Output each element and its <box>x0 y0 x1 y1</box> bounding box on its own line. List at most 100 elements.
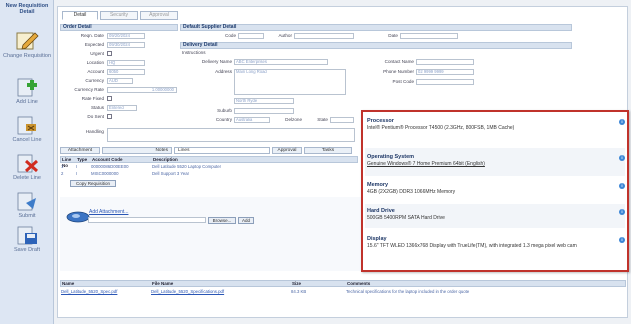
tab-notes[interactable]: Notes <box>102 147 172 154</box>
spec-value: 15.6" TFT WLED 1366x768 Display with Tru… <box>367 243 577 249</box>
lines-table-header: Line No Type Account Code Description <box>60 156 358 168</box>
tab-attachment[interactable]: Attachment <box>60 147 100 154</box>
spec-title: Display <box>367 236 387 242</box>
tab-security[interactable]: Security <box>100 11 138 20</box>
expected-label: Expected <box>84 42 104 47</box>
cancel-line-icon <box>17 116 36 135</box>
suburb-input[interactable] <box>234 108 294 114</box>
browse-button[interactable]: Browse... <box>208 217 236 224</box>
instructions-label: Instructions <box>182 50 206 55</box>
sidebar-header: New Requisition Detail <box>5 3 49 15</box>
phone-number-input[interactable]: 02 9999 9999 <box>416 69 474 75</box>
suburb-label: Suburb <box>217 108 232 113</box>
reqn-date-input[interactable]: 09/20/2024 <box>107 33 145 39</box>
phone-number-label: Phone Number <box>383 69 414 74</box>
sidebar-item-save-draft[interactable]: Save Draft <box>3 224 51 253</box>
tab-tasks[interactable]: Tasks <box>304 147 352 154</box>
urgent-checkbox[interactable] <box>107 51 112 56</box>
spec-processor: Processor Intel® Pentium® Processor T450… <box>367 118 625 131</box>
address-textarea[interactable]: Main Long Road <box>234 69 346 95</box>
col-name[interactable]: Name <box>61 281 121 287</box>
currency-input[interactable]: AUD <box>107 78 133 84</box>
info-icon[interactable]: i <box>619 237 625 243</box>
spec-title: Processor <box>367 118 394 124</box>
spec-title: Hard Drive <box>367 208 395 214</box>
info-icon[interactable]: i <box>619 209 625 215</box>
edit-pencil-icon <box>16 32 39 50</box>
tab-detail[interactable]: Detail <box>62 11 98 20</box>
attachment-file-name[interactable]: Dell_Latitude_5520_Specifications.pdf <box>150 289 284 295</box>
delzone-label: Delzone <box>285 117 302 122</box>
order-detail-header: Order Detail <box>60 24 178 31</box>
attachment-file-input[interactable] <box>88 217 206 223</box>
author-label: Author <box>278 33 292 38</box>
reqn-date-label: Reqn. Date <box>80 33 104 38</box>
do-sent-checkbox[interactable] <box>107 114 112 119</box>
sidebar-item-change-requisition[interactable]: Change Requisition <box>3 30 51 59</box>
save-draft-icon <box>17 226 37 245</box>
country-input[interactable]: Australia <box>234 117 270 123</box>
spec-hard-drive: Hard Drive 500GB 5400RPM SATA Hard Drive… <box>367 208 625 221</box>
sidebar-item-submit[interactable]: Submit <box>3 190 51 219</box>
paperclip-icon <box>66 211 90 223</box>
rate-fixed-checkbox[interactable] <box>107 96 112 101</box>
handling-textarea[interactable] <box>107 128 355 142</box>
spec-title: Operating System <box>367 154 415 160</box>
spec-operating-system: Operating System Genuine Windows® 7 Home… <box>367 154 625 167</box>
col-description[interactable]: Description <box>152 157 232 163</box>
expected-input[interactable]: 09/30/2024 <box>107 42 145 48</box>
tab-approval[interactable]: Approval <box>140 11 178 20</box>
delete-line-icon <box>17 154 39 173</box>
app-window: New Requisition Detail Change Requisitio… <box>0 0 631 324</box>
spec-title: Memory <box>367 182 389 188</box>
tab-approval-lines[interactable]: Approval <box>272 147 302 154</box>
col-line-no[interactable]: Line No <box>61 157 75 168</box>
line-account-code: 00000086D00EE00 <box>91 164 129 169</box>
col-type[interactable]: Type <box>76 157 90 163</box>
attachment-name[interactable]: Dell_Latitude_5520_Spec.pdf <box>60 289 146 295</box>
supplier-code-label: Code <box>225 33 236 38</box>
rate-fixed-label: Rate Fixed <box>81 96 104 101</box>
spec-value: Genuine Windows® 7 Home Premium 64bit (E… <box>367 161 485 167</box>
col-account-code[interactable]: Account Code <box>91 157 141 163</box>
supplier-code-input[interactable] <box>238 33 264 39</box>
sidebar-item-cancel-line[interactable]: Cancel Line <box>3 114 51 143</box>
spec-value: 4GB (2X2GB) DDR3 1066MHz Memory <box>367 189 456 195</box>
sidebar-item-add-line[interactable]: Add Line <box>3 76 51 105</box>
spec-value: 500GB 5400RPM SATA Hard Drive <box>367 215 445 221</box>
delivery-name-input[interactable]: ABC Enterprises <box>234 59 328 65</box>
col-file-name[interactable]: File Name <box>151 281 211 287</box>
attachment-table-header: Name File Name Size Comments <box>60 280 626 287</box>
copy-requisition-button[interactable]: Copy Requisition <box>70 180 116 187</box>
status-input[interactable]: Entered <box>107 105 137 111</box>
date-label: Date <box>388 33 398 38</box>
line-type: I <box>76 164 78 169</box>
currency-rate-input[interactable]: 1.00000000 <box>107 87 177 93</box>
tab-lines[interactable]: Lines <box>174 147 270 154</box>
contact-name-input[interactable] <box>416 59 474 65</box>
line-description: Dell Latitude 5520 Laptop Computer <box>152 164 222 169</box>
sidebar: New Requisition Detail Change Requisitio… <box>0 0 54 324</box>
info-icon[interactable]: i <box>619 183 625 189</box>
state-input[interactable] <box>330 117 354 123</box>
location-input[interactable]: HQ <box>107 60 145 66</box>
city-input[interactable]: North Ryde <box>234 98 294 104</box>
spec-memory: Memory 4GB (2X2GB) DDR3 1066MHz Memory i <box>367 182 625 195</box>
account-input[interactable]: 6050 <box>107 69 145 75</box>
info-icon[interactable]: i <box>619 155 625 161</box>
info-icon[interactable]: i <box>619 119 625 125</box>
contact-name-label: Contact Name <box>384 59 414 64</box>
author-input[interactable] <box>294 33 354 39</box>
col-size[interactable]: Size <box>291 281 321 287</box>
col-comments[interactable]: Comments <box>346 281 396 287</box>
address-label: Address <box>215 69 232 74</box>
date-input[interactable] <box>400 33 458 39</box>
add-attachment-link[interactable]: Add Attachment... <box>88 209 148 215</box>
account-label: Account <box>87 69 104 74</box>
line-description: Dell Support 3 Year <box>152 171 190 176</box>
post-code-input[interactable] <box>416 79 474 85</box>
add-attachment-button[interactable]: Add <box>238 217 254 224</box>
delivery-name-label: Delivery Name <box>201 59 232 64</box>
sidebar-item-delete-line[interactable]: Delete Line <box>3 152 51 181</box>
currency-label: Currency <box>85 78 104 83</box>
